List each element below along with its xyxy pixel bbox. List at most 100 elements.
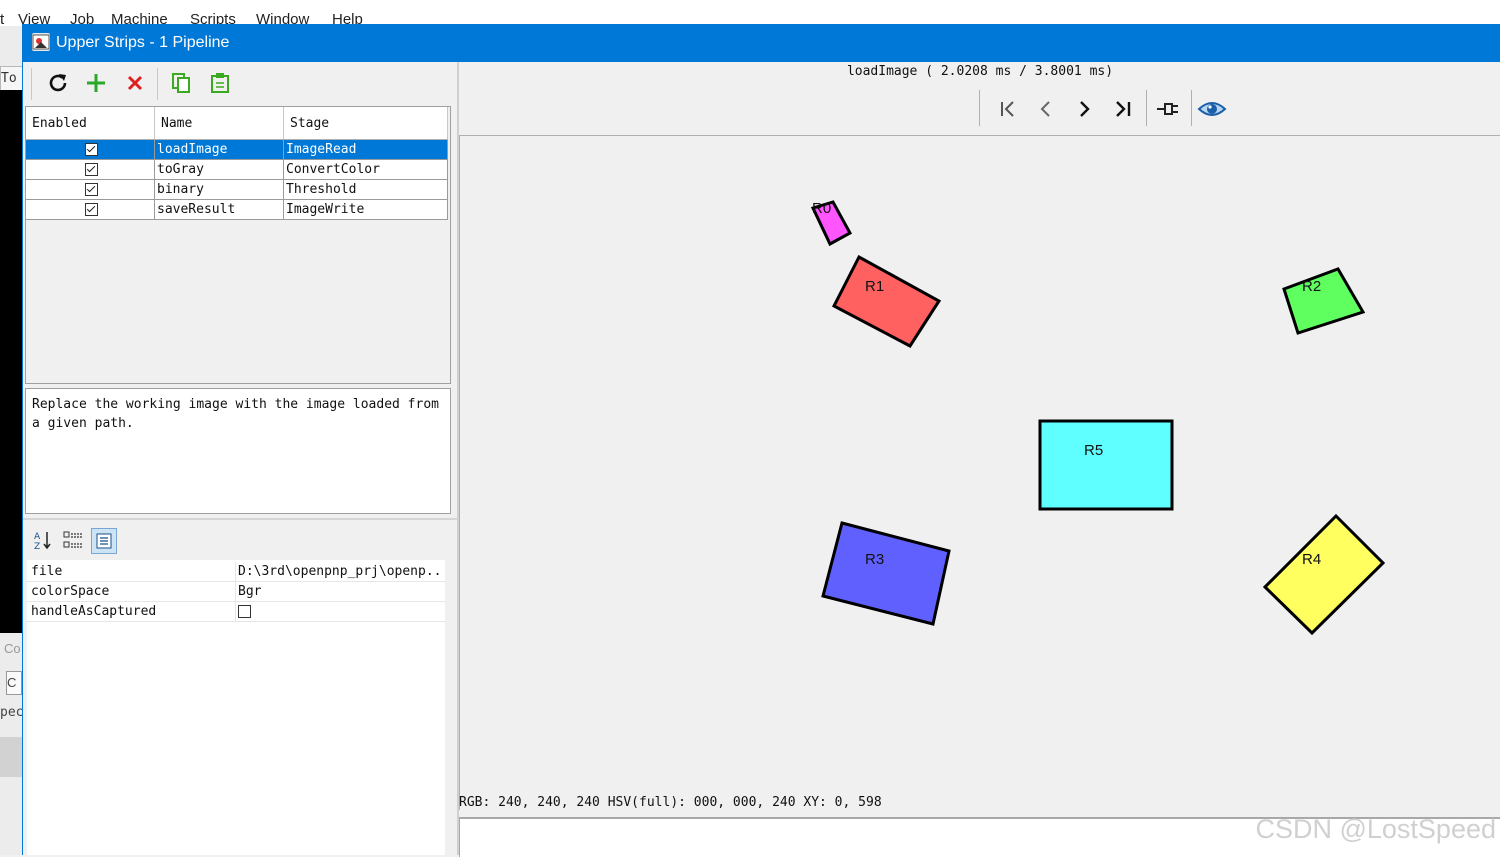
delete-stage-button[interactable]: [120, 68, 150, 98]
enabled-checkbox[interactable]: [84, 143, 98, 156]
label-r4: R4: [1302, 551, 1321, 568]
column-header-stage[interactable]: Stage: [283, 107, 448, 140]
label-r5: R5: [1084, 442, 1103, 459]
table-row[interactable]: binary Threshold: [26, 179, 448, 200]
last-stage-button[interactable]: [1106, 92, 1140, 126]
paste-icon: [211, 73, 229, 93]
title-bar[interactable]: Upper Strips - 1 Pipeline: [23, 24, 1500, 62]
bg-camera-view: [0, 90, 22, 633]
pin-icon: [1157, 103, 1178, 115]
stage-name-cell[interactable]: binary: [154, 179, 284, 200]
stage-name-cell[interactable]: loadImage: [154, 139, 284, 160]
column-header-name[interactable]: Name: [154, 107, 284, 140]
svg-text:A: A: [34, 532, 41, 542]
label-r2: R2: [1302, 278, 1321, 295]
enabled-cell[interactable]: [26, 159, 155, 180]
result-image: R0 R1 R2 R3 R4 R5: [810, 200, 1386, 636]
prev-icon: [1040, 101, 1050, 117]
table-row[interactable]: loadImage ImageRead: [26, 139, 448, 160]
enabled-checkbox[interactable]: [84, 163, 98, 176]
label-r0: R0: [812, 200, 831, 217]
table-row[interactable]: saveResult ImageWrite: [26, 199, 448, 220]
stage-type-cell[interactable]: ConvertColor: [283, 159, 448, 180]
background-menubar: t View Job Machine Scripts Window Help: [0, 0, 1500, 28]
rect-r2: [1282, 267, 1366, 335]
svg-text:Z: Z: [34, 542, 40, 550]
paste-button[interactable]: [205, 68, 235, 98]
label-r3: R3: [865, 551, 884, 568]
refresh-button[interactable]: [43, 68, 73, 98]
property-key: handleAsCaptured: [31, 604, 157, 619]
property-file-value[interactable]: D:\3rd\openpnp_prj\openp..: [238, 564, 443, 579]
pixel-status: RGB: 240, 240, 240 HSV(full): 000, 000, …: [459, 795, 882, 810]
property-row-handleascaptured[interactable]: handleAsCaptured: [27, 602, 445, 622]
first-icon: [1001, 101, 1014, 117]
pipeline-editor-panel: Enabled Name Stage loadImage ImageRead toG…: [23, 62, 459, 855]
property-key: colorSpace: [31, 584, 110, 599]
bg-panel: [0, 737, 22, 777]
add-stage-button[interactable]: [81, 68, 111, 98]
property-colorspace-value[interactable]: Bgr: [238, 584, 443, 599]
stages-table: Enabled Name Stage loadImage ImageRead toG…: [26, 107, 448, 220]
enabled-checkbox[interactable]: [84, 183, 98, 196]
stage-navigation-bar: [979, 90, 1239, 128]
rect-r3: [821, 521, 951, 626]
delete-icon: [127, 75, 143, 91]
stage-description: Replace the working image with the image…: [25, 388, 451, 514]
toolbar-separator: [157, 68, 158, 100]
eye-icon: [1197, 102, 1227, 116]
shape-r4: R4: [1262, 513, 1386, 636]
rect-r1: [831, 254, 942, 348]
bg-label: Co: [4, 641, 21, 656]
description-toggle-button[interactable]: [91, 528, 117, 554]
stages-table-container: Enabled Name Stage loadImage ImageRead toG…: [25, 106, 451, 384]
handle-as-captured-checkbox[interactable]: [238, 605, 251, 618]
enabled-cell[interactable]: [26, 179, 155, 200]
categorized-button[interactable]: [61, 528, 85, 552]
app-icon: [32, 33, 50, 51]
previous-stage-button[interactable]: [1029, 92, 1063, 126]
shape-r3: R3: [821, 521, 951, 626]
watermark: CSDN @LostSpeed: [1255, 814, 1496, 844]
stage-type-cell[interactable]: ImageWrite: [283, 199, 448, 220]
stage-type-cell[interactable]: ImageRead: [283, 139, 448, 160]
pin-button[interactable]: [1151, 92, 1185, 126]
sort-alphabetical-button[interactable]: AZ: [31, 528, 55, 552]
shape-r5: R5: [1038, 419, 1174, 511]
property-row-colorspace[interactable]: colorSpace Bgr: [27, 582, 445, 602]
properties-toolbar: AZ: [23, 518, 457, 560]
toolbar-separator: [31, 68, 32, 100]
enabled-checkbox[interactable]: [84, 203, 98, 216]
last-icon: [1116, 101, 1131, 117]
copy-icon: [172, 73, 190, 93]
property-key: file: [31, 564, 63, 579]
first-stage-button[interactable]: [991, 92, 1025, 126]
copy-button[interactable]: [166, 68, 196, 98]
stage-name-cell[interactable]: toGray: [154, 159, 284, 180]
rect-r4: [1262, 513, 1386, 636]
next-stage-button[interactable]: [1067, 92, 1101, 126]
shape-r1: R1: [831, 254, 942, 348]
stage-timing: loadImage ( 2.0208 ms / 3.8001 ms): [846, 64, 1114, 79]
image-viewer-panel: loadImage ( 2.0208 ms / 3.8001 ms) R0 R1…: [459, 62, 1500, 857]
column-header-enabled[interactable]: Enabled: [26, 107, 155, 140]
image-canvas[interactable]: R0 R1 R2 R3 R4 R5: [459, 135, 1500, 810]
rect-r5: [1038, 419, 1174, 511]
property-row-file[interactable]: file D:\3rd\openpnp_prj\openp..: [27, 562, 445, 582]
categorized-icon: [63, 531, 82, 548]
bg-tab[interactable]: To: [0, 66, 24, 92]
enabled-cell[interactable]: [26, 139, 155, 160]
table-row[interactable]: toGray ConvertColor: [26, 159, 448, 180]
pipeline-window: Upper Strips - 1 Pipeline Enabled Name S…: [22, 24, 1500, 857]
properties-sheet: file D:\3rd\openpnp_prj\openp.. colorSpa…: [27, 560, 445, 855]
shape-r0: R0: [810, 200, 853, 247]
stage-name-cell[interactable]: saveResult: [154, 199, 284, 220]
add-icon: [87, 74, 105, 92]
view-result-button[interactable]: [1195, 92, 1229, 126]
stage-type-cell[interactable]: Threshold: [283, 179, 448, 200]
next-icon: [1080, 101, 1090, 117]
bg-button[interactable]: C: [6, 671, 22, 695]
enabled-cell[interactable]: [26, 199, 155, 220]
label-r1: R1: [865, 278, 884, 295]
pipeline-toolbar: [31, 64, 457, 102]
